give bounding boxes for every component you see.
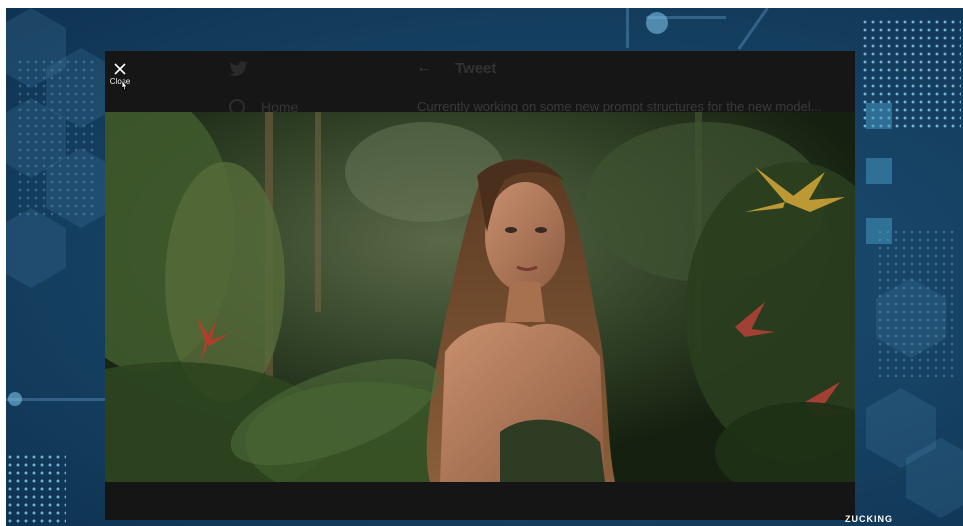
circuit-line [737,8,769,50]
circuit-node [8,392,22,406]
close-icon[interactable] [105,63,135,75]
circuit-node [646,12,668,34]
jungle-portrait-image [105,112,855,482]
circuit-line [626,8,629,48]
square-block [866,103,892,129]
bird-logo-icon [229,61,249,77]
hexagon-shape [6,208,66,288]
dot-pattern [876,228,956,378]
square-block [866,158,892,184]
square-block [866,218,892,244]
media-image[interactable] [105,112,855,482]
media-viewer-modal: ← Tweet Home Currently working on some n… [105,51,855,520]
close-button[interactable]: Close [105,63,135,91]
page-title: Tweet [455,60,497,77]
media-bottom-bar [105,482,855,520]
watermark-text: ZUCKING [845,514,893,524]
mouse-pointer-icon [119,79,131,93]
dot-pattern [16,58,96,218]
back-arrow-icon[interactable]: ← [416,59,432,77]
dot-pattern [6,453,66,526]
